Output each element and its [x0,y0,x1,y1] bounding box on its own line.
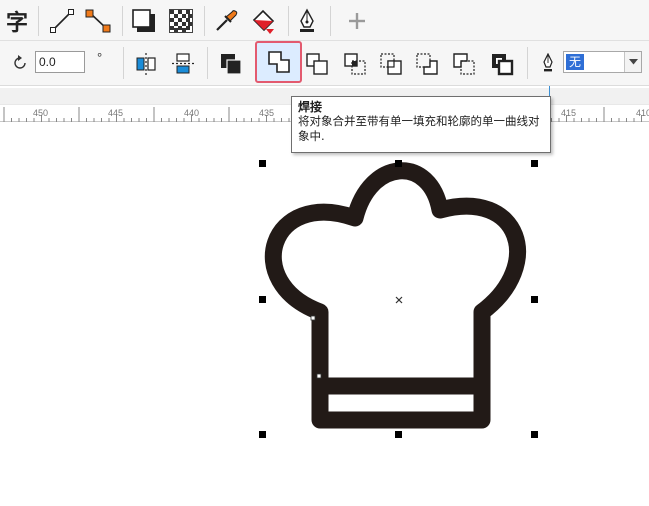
mirror-horizontal-icon [136,53,156,75]
toolbar-separator [123,47,124,79]
ruler-label: 440 [184,108,200,118]
weld-icon [267,51,290,73]
handle-top-right [531,160,538,167]
ruler-label: 435 [259,108,275,118]
mirror-vertical-button[interactable] [168,49,198,79]
dropdown-arrow-button[interactable] [624,52,641,72]
weld-button[interactable] [255,41,302,83]
toolbar-separator [122,6,123,36]
tooltip-title: 焊接 [298,100,323,114]
ruler-label: 415 [561,108,577,118]
ruler-label: 410 [636,108,649,118]
handle-middle-left [259,296,266,303]
connector-icon [85,9,111,33]
handle-bottom-left [259,431,266,438]
outline-pen-small-icon [543,53,553,72]
transparency-tool-button[interactable] [165,6,197,36]
transparency-icon [169,9,193,33]
outline-pen-button[interactable] [538,51,558,75]
top-toolbar: 字 [0,0,649,41]
node-marker [310,315,316,321]
mirror-horizontal-button[interactable] [131,49,161,79]
text-icon: 字 [5,11,28,36]
combine-icon [221,54,242,75]
straight-line-icon [50,9,74,33]
simplify-icon [380,53,402,75]
center-marker [395,296,403,304]
intersect-button[interactable] [340,49,370,79]
node-marker [316,373,322,379]
tooltip-description: 将对象合并至带有单一填充和轮廓的单一曲线对象中. [298,114,540,143]
text-tool-button[interactable]: 字 [2,6,32,36]
mirror-vertical-icon [172,53,194,74]
degree-symbol: ° [97,50,103,65]
ruler-label: 445 [108,108,124,118]
back-minus-front-icon [453,53,475,75]
boundary-icon [492,54,514,76]
add-tool-button[interactable] [342,6,372,36]
weld-tooltip: 焊接 将对象合并至带有单一填充和轮廓的单一曲线对象中. [291,96,551,153]
handle-bottom-center [395,431,402,438]
rotation-angle-input[interactable] [35,51,85,73]
handle-middle-right [531,296,538,303]
toolbar-separator [38,6,39,36]
outline-width-value: 无 [566,54,585,70]
drawing-canvas[interactable] [0,122,649,506]
drop-shadow-tool-button[interactable] [128,6,160,36]
property-bar: ° [0,41,649,86]
handle-top-left [259,160,266,167]
drop-shadow-icon [132,9,155,32]
rotation-angle-button[interactable] [8,51,32,75]
toolbar-separator [207,47,208,79]
rotate-icon [14,55,26,69]
smart-fill-tool-button[interactable] [246,6,282,36]
add-icon [349,13,365,29]
simplify-button[interactable] [376,49,406,79]
boundary-button[interactable] [487,49,517,79]
handle-bottom-right [531,431,538,438]
front-minus-back-icon [416,53,438,75]
back-minus-front-button[interactable] [449,49,479,79]
trim-button[interactable] [302,49,332,79]
straight-line-tool-button[interactable] [46,6,78,36]
combine-button[interactable] [215,49,247,79]
eyedropper-icon [216,10,238,31]
smart-fill-icon [252,9,275,34]
toolbar-separator [204,6,205,36]
outline-pen-icon [300,8,314,32]
outline-width-select[interactable]: 无 [563,51,642,73]
toolbar-separator [330,6,331,36]
toolbar-separator [527,47,528,79]
dropdown-arrow-icon [628,59,638,65]
ruler-label: 450 [33,108,49,118]
outline-pen-tool-button[interactable] [292,6,322,36]
chef-hat-drawing[interactable] [0,122,649,506]
intersect-icon [344,53,366,75]
front-minus-back-button[interactable] [412,49,442,79]
trim-icon [306,53,328,75]
ruler-band-accent-blue [549,86,649,104]
connector-tool-button[interactable] [82,6,114,36]
eyedropper-tool-button[interactable] [210,6,242,36]
handle-top-center [395,160,402,167]
toolbar-separator [288,6,289,36]
